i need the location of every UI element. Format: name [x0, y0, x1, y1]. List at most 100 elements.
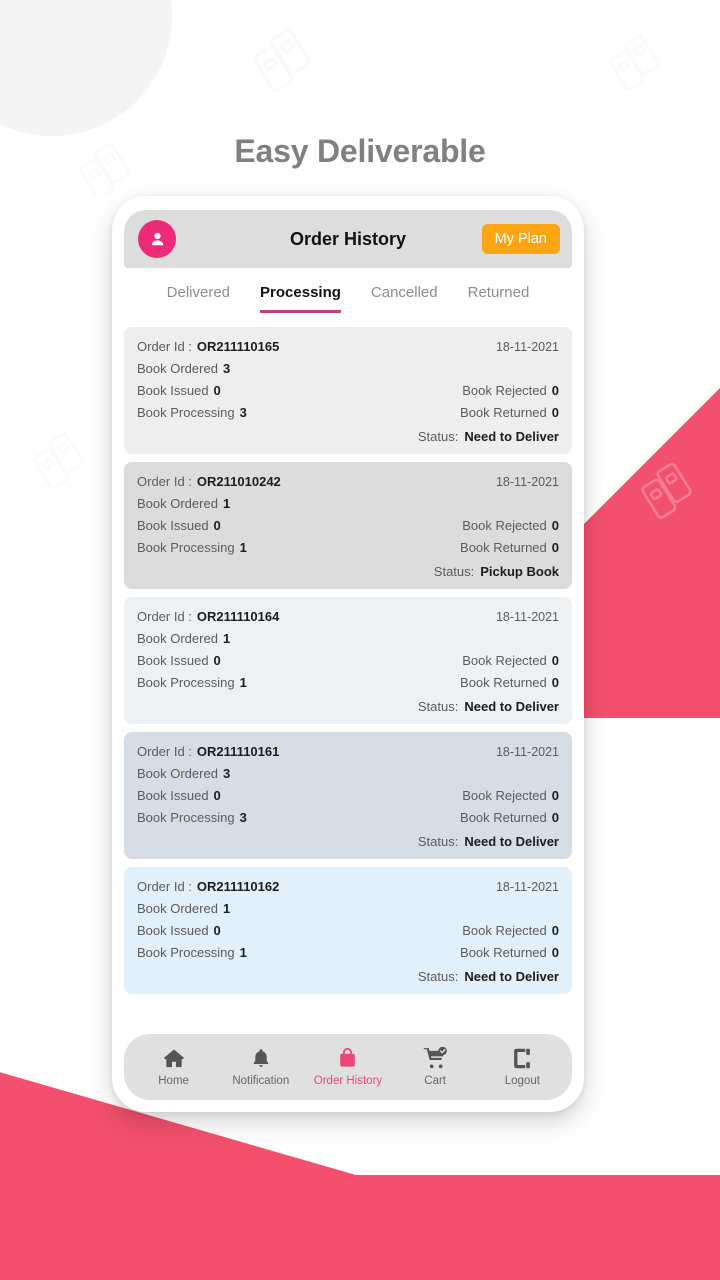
book-ordered-value: 3: [222, 766, 231, 781]
book-ordered-row: Book Ordered 1: [137, 901, 559, 916]
pink-block-bottom: [0, 1175, 720, 1280]
book-ordered-value: 1: [222, 496, 231, 511]
book-processing-label: Book Processing: [137, 540, 235, 555]
order-card[interactable]: Order Id : OR211110164 18-11-2021 Book O…: [124, 597, 572, 724]
book-processing-label: Book Processing: [137, 675, 235, 690]
status-label: Status:: [417, 429, 459, 444]
bottom-navigation-bar: Home Notification Order History Cart Log…: [124, 1034, 572, 1100]
book-processing-value: 3: [239, 810, 247, 825]
order-id-value: OR211110162: [196, 879, 280, 894]
order-date: 18-11-2021: [495, 745, 559, 759]
order-id-row: Order Id : OR211110161 18-11-2021: [137, 744, 559, 759]
book-ordered-label: Book Ordered: [137, 631, 218, 646]
book-issued-label: Book Issued: [137, 653, 209, 668]
order-status-tabs: Delivered Processing Cancelled Returned: [124, 268, 572, 313]
order-card[interactable]: Order Id : OR211010242 18-11-2021 Book O…: [124, 462, 572, 589]
tab-processing[interactable]: Processing: [260, 284, 341, 313]
order-id-row: Order Id : OR211110162 18-11-2021: [137, 879, 559, 894]
book-processing-label: Book Processing: [137, 405, 235, 420]
status-badge: Need to Deliver: [464, 429, 559, 444]
order-card[interactable]: Order Id : OR211110165 18-11-2021 Book O…: [124, 327, 572, 454]
status-row: Status: Need to Deliver: [137, 429, 559, 444]
book-processing-returned-row: Book Processing 1 Book Returned 0: [137, 540, 559, 555]
book-ordered-row: Book Ordered 3: [137, 766, 559, 781]
status-row: Status: Need to Deliver: [137, 969, 559, 984]
book-rejected-value: 0: [551, 383, 559, 398]
logout-icon: [512, 1047, 532, 1070]
nav-item-cart[interactable]: Cart: [395, 1047, 475, 1087]
book-returned-value: 0: [551, 540, 559, 555]
status-label: Status:: [417, 834, 459, 849]
book-returned-value: 0: [551, 405, 559, 420]
book-rejected-label: Book Rejected: [462, 383, 547, 398]
order-id-value: OR211110164: [196, 609, 280, 624]
book-returned-label: Book Returned: [460, 540, 547, 555]
book-issued-value: 0: [213, 923, 221, 938]
book-processing-value: 1: [239, 945, 247, 960]
bell-icon: [250, 1047, 272, 1070]
book-returned-value: 0: [551, 945, 559, 960]
book-ordered-row: Book Ordered 3: [137, 361, 559, 376]
order-id-row: Order Id : OR211010242 18-11-2021: [137, 474, 559, 489]
status-label: Status:: [417, 699, 459, 714]
nav-item-order-history[interactable]: Order History: [308, 1047, 388, 1087]
tab-cancelled[interactable]: Cancelled: [371, 284, 438, 313]
nav-label-home: Home: [158, 1075, 189, 1087]
status-badge: Need to Deliver: [464, 699, 559, 714]
nav-label-order-history: Order History: [313, 1075, 383, 1087]
order-id-label: Order Id :: [137, 744, 192, 759]
book-issued-label: Book Issued: [137, 923, 209, 938]
book-issued-value: 0: [213, 383, 221, 398]
page-title: Easy Deliverable: [234, 133, 486, 169]
book-rejected-label: Book Rejected: [462, 788, 547, 803]
shopping-bag-icon: [336, 1047, 359, 1070]
status-label: Status:: [417, 969, 459, 984]
status-row: Status: Need to Deliver: [137, 699, 559, 714]
order-card[interactable]: Order Id : OR211110162 18-11-2021 Book O…: [124, 867, 572, 994]
order-id-label: Order Id :: [137, 474, 192, 489]
corner-circle-decoration: [0, 0, 172, 136]
book-rejected-value: 0: [551, 518, 559, 533]
book-returned-label: Book Returned: [460, 675, 547, 690]
order-date: 18-11-2021: [495, 880, 559, 894]
nav-label-logout: Logout: [504, 1075, 540, 1087]
book-ordered-value: 3: [222, 361, 231, 376]
app-header-bar: Order History My Plan: [124, 210, 572, 268]
book-rejected-label: Book Rejected: [462, 923, 547, 938]
cart-check-icon: [423, 1047, 448, 1070]
tab-returned[interactable]: Returned: [468, 284, 530, 313]
order-id-label: Order Id :: [137, 609, 192, 624]
nav-item-notification[interactable]: Notification: [221, 1047, 301, 1087]
order-list: Order Id : OR211110165 18-11-2021 Book O…: [124, 327, 572, 1024]
status-row: Status: Need to Deliver: [137, 834, 559, 849]
book-issued-value: 0: [213, 518, 221, 533]
user-avatar-icon[interactable]: [138, 220, 176, 258]
order-id-label: Order Id :: [137, 339, 192, 354]
book-rejected-value: 0: [551, 653, 559, 668]
book-processing-label: Book Processing: [137, 945, 235, 960]
book-rejected-value: 0: [551, 923, 559, 938]
nav-label-notification: Notification: [232, 1075, 290, 1087]
order-id-row: Order Id : OR211110165 18-11-2021: [137, 339, 559, 354]
book-issued-rejected-row: Book Issued 0 Book Rejected 0: [137, 788, 559, 803]
book-issued-value: 0: [213, 788, 221, 803]
book-rejected-value: 0: [551, 788, 559, 803]
home-icon: [162, 1047, 186, 1070]
my-plan-button[interactable]: My Plan: [481, 224, 560, 254]
status-row: Status: Pickup Book: [137, 564, 559, 579]
book-ordered-row: Book Ordered 1: [137, 496, 559, 511]
order-card[interactable]: Order Id : OR211110161 18-11-2021 Book O…: [124, 732, 572, 859]
book-ordered-value: 1: [222, 631, 231, 646]
book-processing-returned-row: Book Processing 1 Book Returned 0: [137, 675, 559, 690]
book-returned-label: Book Returned: [460, 405, 547, 420]
book-processing-value: 1: [239, 675, 247, 690]
status-badge: Need to Deliver: [464, 969, 559, 984]
watermark-parcel-icon: [598, 20, 680, 100]
nav-item-home[interactable]: Home: [134, 1047, 214, 1087]
book-issued-rejected-row: Book Issued 0 Book Rejected 0: [137, 518, 559, 533]
order-id-value: OR211110161: [196, 744, 280, 759]
status-badge: Need to Deliver: [464, 834, 559, 849]
nav-item-logout[interactable]: Logout: [482, 1047, 562, 1087]
tab-delivered[interactable]: Delivered: [167, 284, 230, 313]
book-returned-value: 0: [551, 810, 559, 825]
